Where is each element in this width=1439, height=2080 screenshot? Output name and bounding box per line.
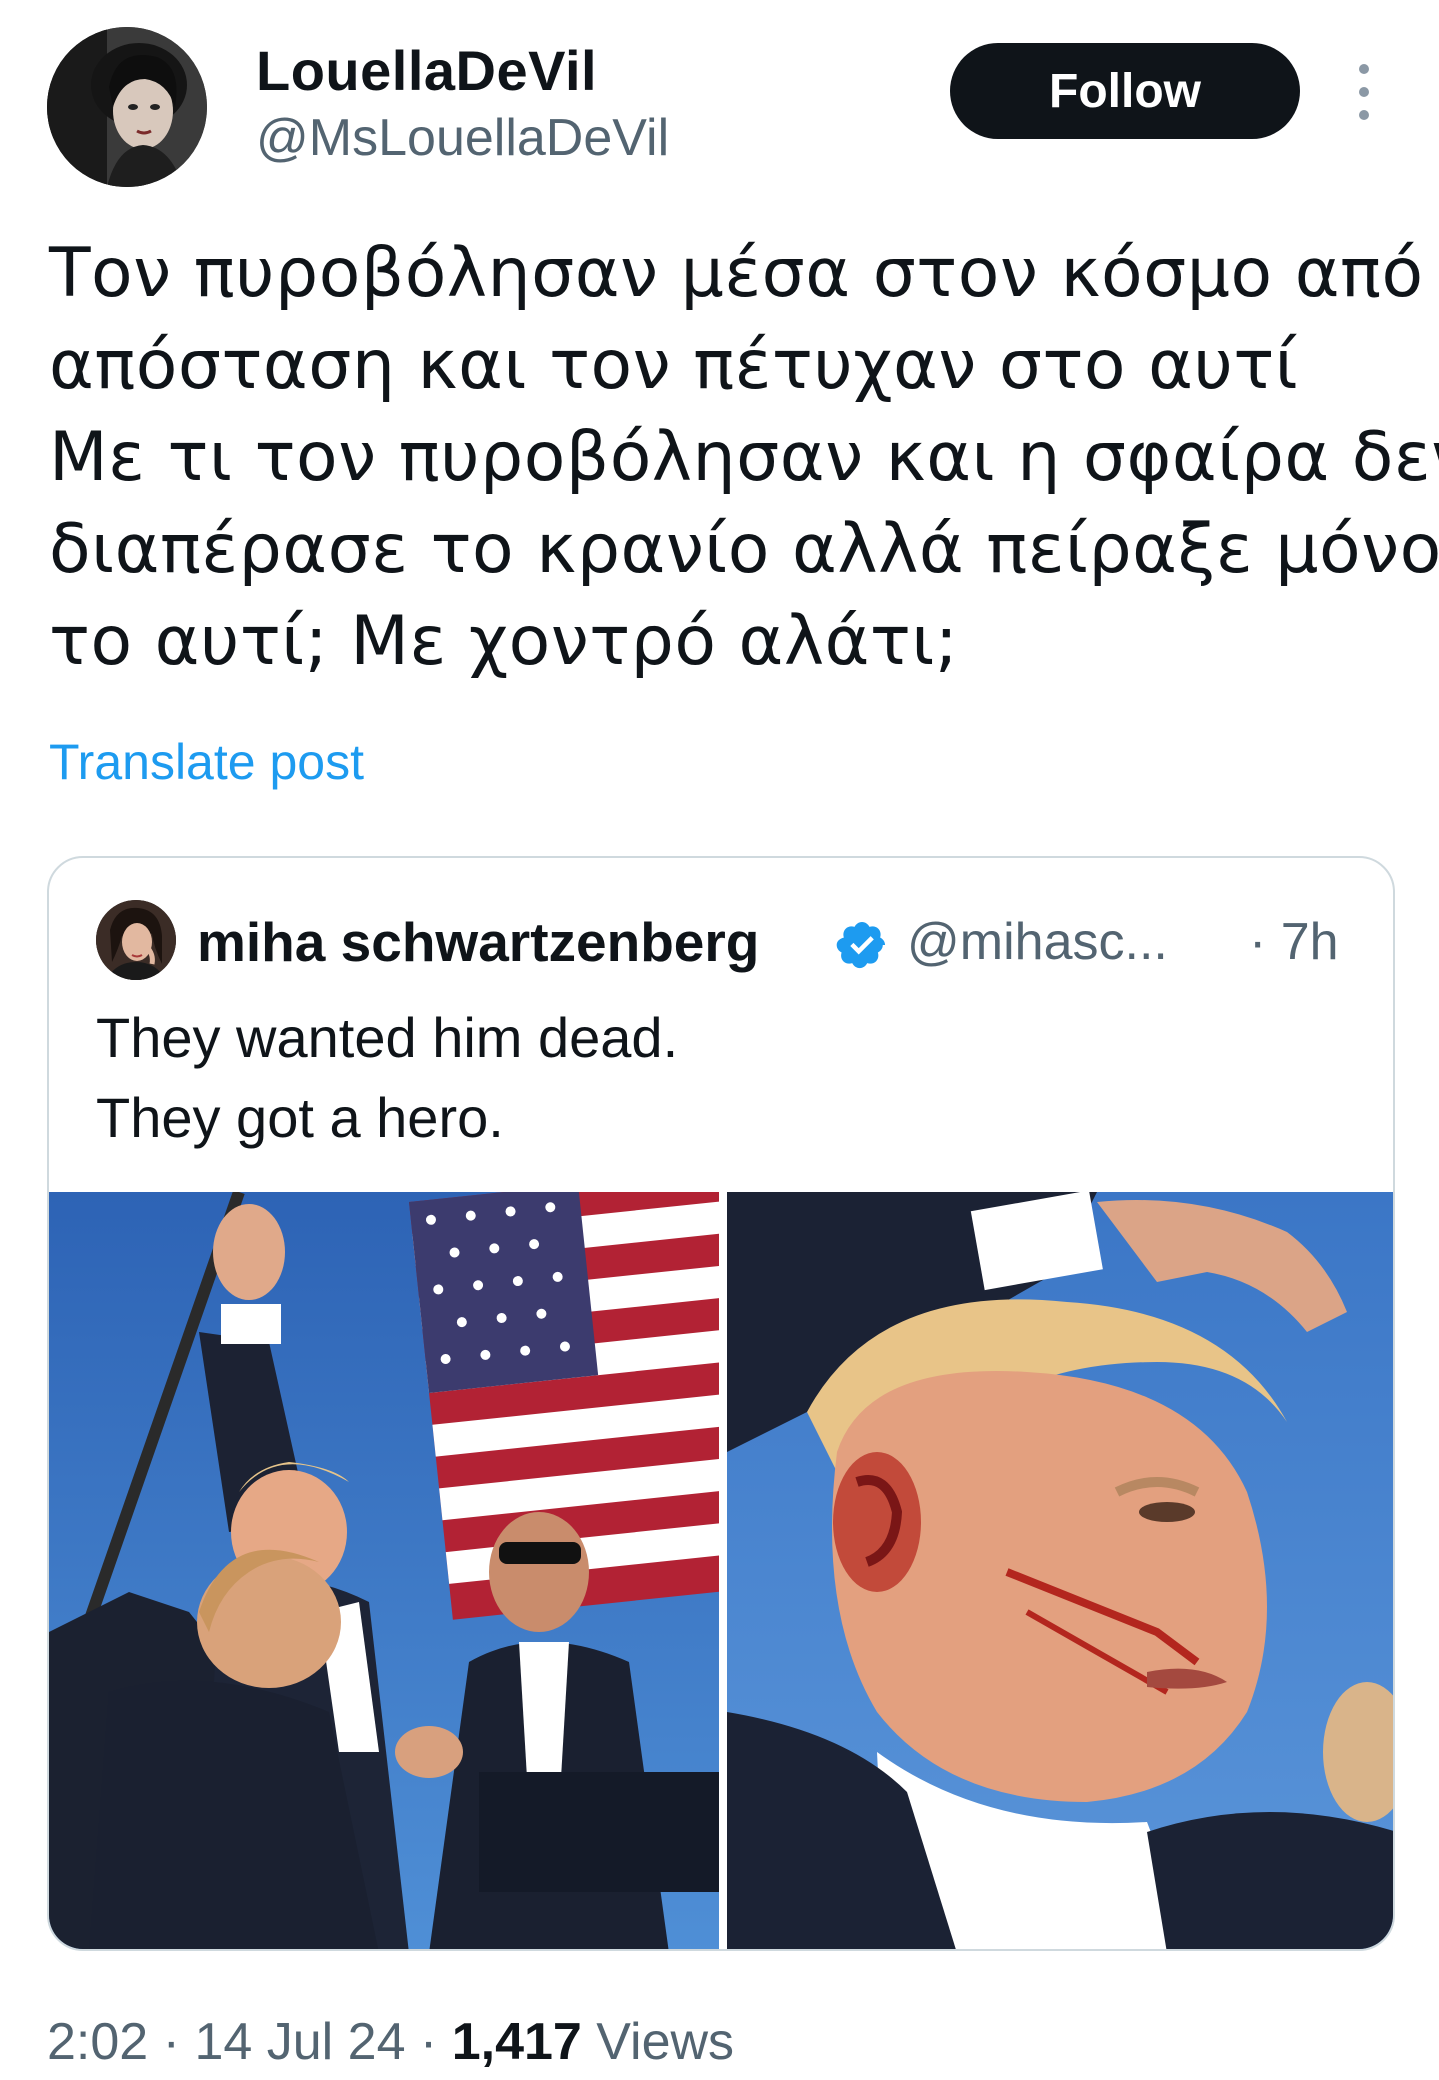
quoted-post-card[interactable]: miha schwartzenberg @mihasc... · 7h They…	[47, 856, 1395, 1951]
quoted-author-avatar[interactable]	[96, 900, 176, 980]
translate-post-link[interactable]: Translate post	[49, 733, 364, 791]
follow-button[interactable]: Follow	[950, 43, 1300, 139]
more-dot	[1359, 110, 1369, 120]
tweet-page: LouellaDeVil @MsLouellaDeVil Follow Τον …	[0, 0, 1439, 2080]
media-image-1[interactable]	[49, 1192, 719, 1949]
quoted-post-line: They wanted him dead.	[96, 1006, 679, 1069]
verified-badge-icon	[835, 918, 889, 972]
quoted-media-grid	[49, 1192, 1393, 1949]
meta-separator: ·	[405, 2013, 452, 2071]
author-handle[interactable]: @MsLouellaDeVil	[256, 108, 669, 168]
post-time[interactable]: 2:02	[47, 2013, 148, 2071]
post-meta: 2:02 · 14 Jul 24 · 1,417 Views	[47, 2012, 734, 2072]
post-line: Τον πυροβόλησαν μέσα στον κόσμο από	[49, 234, 1424, 313]
quoted-author-display-name[interactable]: miha schwartzenberg	[197, 910, 759, 974]
meta-separator: ·	[148, 2013, 195, 2071]
media-image-2[interactable]	[727, 1192, 1393, 1949]
post-text: Τον πυροβόλησαν μέσα στον κόσμο από απόσ…	[49, 228, 1439, 688]
more-dot	[1359, 87, 1369, 97]
post-line: διαπέρασε το κρανίο αλλά πείραξε μόνο	[49, 510, 1439, 589]
quoted-post-text: They wanted him dead. They got a hero.	[96, 998, 678, 1158]
quoted-author-handle[interactable]: @mihasc...	[907, 912, 1168, 972]
quoted-avatar-photo	[96, 900, 176, 980]
post-line: Με τι τον πυροβόλησαν και η σφαίρα δεν	[49, 418, 1439, 497]
post-line: το αυτί; Με χοντρό αλάτι;	[49, 602, 959, 681]
post-date[interactable]: 14 Jul 24	[194, 2013, 405, 2071]
author-display-name[interactable]: LouellaDeVil	[256, 38, 597, 103]
quoted-post-line: They got a hero.	[96, 1086, 504, 1149]
author-avatar[interactable]	[47, 27, 207, 187]
more-dot	[1359, 64, 1369, 74]
views-count: 1,417	[451, 2013, 582, 2071]
more-vertical-icon[interactable]	[1346, 64, 1382, 120]
avatar-photo	[47, 27, 207, 187]
photo-rally-flag	[49, 1192, 719, 1949]
views-label: Views	[581, 2013, 735, 2071]
photo-closeup	[727, 1192, 1393, 1949]
quoted-post-time[interactable]: · 7h	[1249, 912, 1339, 972]
post-line: απόσταση και τον πέτυχαν στο αυτί	[49, 326, 1299, 405]
